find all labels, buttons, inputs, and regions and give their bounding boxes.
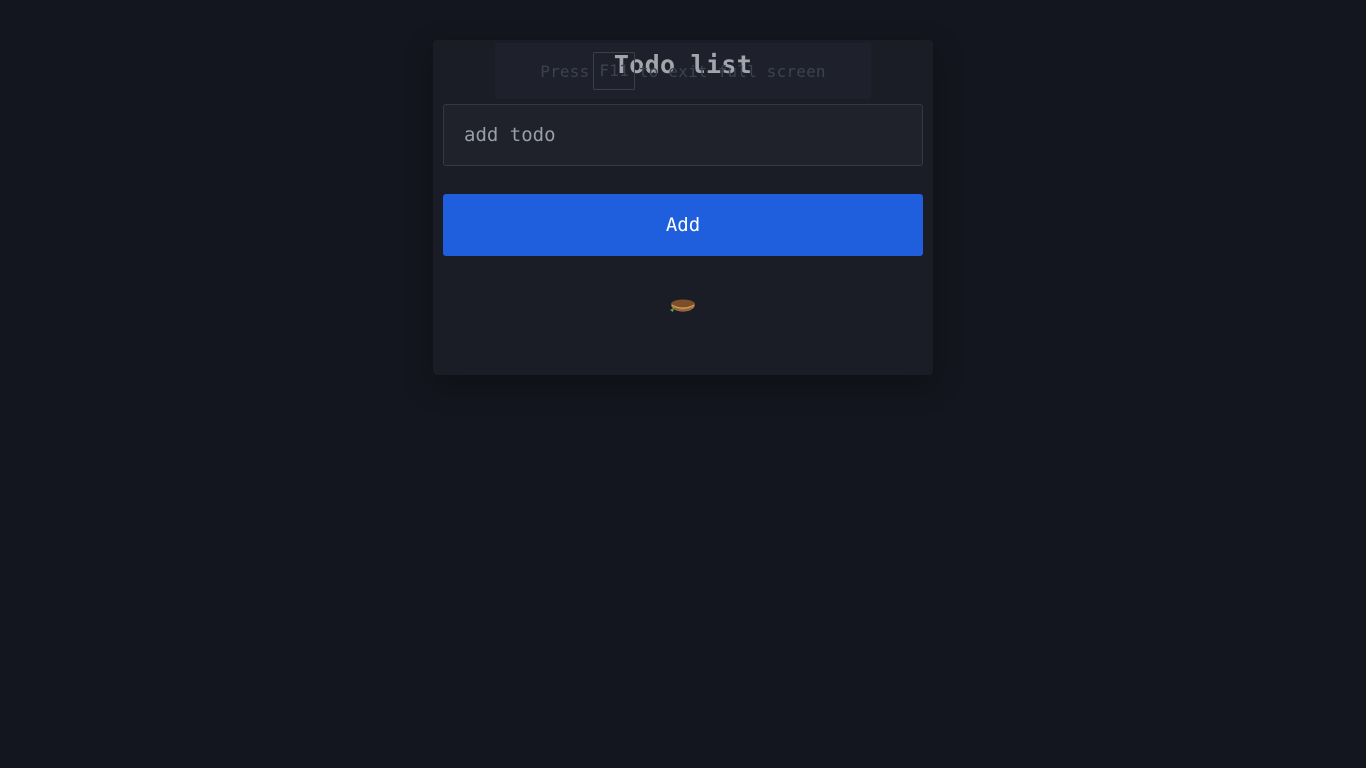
fullscreen-notice-after: to exit full screen: [638, 61, 826, 81]
fullscreen-notice-before: Press: [540, 61, 590, 81]
nest-icon: [668, 290, 698, 320]
f11-key: F11: [593, 52, 635, 90]
fullscreen-notice: Press F11 to exit full screen: [495, 43, 871, 99]
add-todo-input[interactable]: [443, 104, 923, 166]
add-button[interactable]: Add: [443, 194, 923, 256]
